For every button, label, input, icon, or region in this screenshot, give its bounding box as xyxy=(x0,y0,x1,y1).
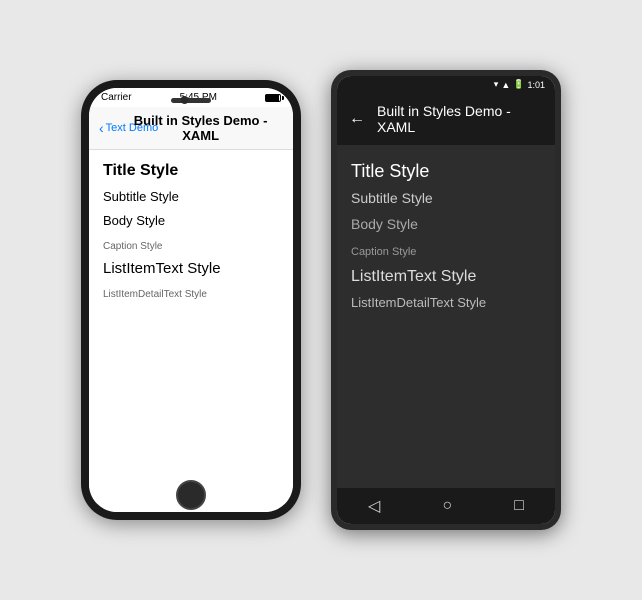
android-back-nav-button[interactable]: ◁ xyxy=(368,496,380,516)
android-body-style: Body Style xyxy=(351,216,418,232)
ios-nav-title: Built in Styles Demo - XAML xyxy=(118,113,283,143)
list-item: Body Style xyxy=(103,212,279,230)
list-item: ListItemText Style xyxy=(351,268,541,286)
ios-battery-area xyxy=(265,94,281,102)
list-item: Subtitle Style xyxy=(103,188,279,206)
android-camera xyxy=(442,80,450,88)
android-listitemdetail-style: ListItemDetailText Style xyxy=(351,295,486,310)
list-item: Subtitle Style xyxy=(351,190,541,208)
ios-listitemtext-style: ListItemText Style xyxy=(103,260,221,277)
battery-icon: 🔋 xyxy=(513,79,524,90)
android-title-style: Title Style xyxy=(351,161,429,181)
list-item: ListItemDetailText Style xyxy=(103,284,279,302)
android-home-nav-button[interactable]: ○ xyxy=(442,497,452,515)
android-listitemtext-style: ListItemText Style xyxy=(351,268,476,285)
android-caption-style: Caption Style xyxy=(351,246,416,258)
android-time: 1:01 xyxy=(527,80,545,90)
ios-subtitle-style: Subtitle Style xyxy=(103,189,179,204)
android-phone: ▾ ▲ 🔋 1:01 ← Built in Styles Demo - XAML… xyxy=(331,70,561,530)
ios-phone: Carrier 5:45 PM ‹ Text Demo Built in Sty… xyxy=(81,80,301,520)
ios-camera xyxy=(181,96,189,104)
list-item: ListItemText Style xyxy=(103,260,279,278)
android-nav-bar: ◁ ○ □ xyxy=(337,488,555,524)
android-subtitle-style: Subtitle Style xyxy=(351,190,433,206)
android-recent-nav-button[interactable]: □ xyxy=(514,497,524,515)
wifi-icon: ▾ xyxy=(494,79,499,90)
list-item: Title Style xyxy=(351,161,541,182)
ios-title-style: Title Style xyxy=(103,162,178,179)
android-content: Title Style Subtitle Style Body Style Ca… xyxy=(337,145,555,488)
android-back-button[interactable]: ← xyxy=(349,110,365,128)
ios-battery-icon xyxy=(265,94,281,102)
signal-icon: ▲ xyxy=(501,80,510,90)
ios-back-arrow-icon: ‹ xyxy=(99,120,104,136)
android-toolbar-title: Built in Styles Demo - XAML xyxy=(377,103,543,135)
list-item: Title Style xyxy=(103,162,279,180)
ios-body-style: Body Style xyxy=(103,213,165,228)
ios-caption-style: Caption Style xyxy=(103,241,162,252)
list-item: Body Style xyxy=(351,216,541,234)
android-toolbar: ← Built in Styles Demo - XAML xyxy=(337,93,555,145)
ios-speaker xyxy=(171,98,211,103)
ios-home-button[interactable] xyxy=(176,480,206,510)
ios-nav-bar: ‹ Text Demo Built in Styles Demo - XAML xyxy=(89,107,293,150)
ios-carrier: Carrier xyxy=(101,92,132,103)
android-status-icons: ▾ ▲ 🔋 1:01 xyxy=(494,79,545,90)
ios-listitemdetail-style: ListItemDetailText Style xyxy=(103,289,207,300)
list-item: ListItemDetailText Style xyxy=(351,294,541,312)
ios-content: Title Style Subtitle Style Body Style Ca… xyxy=(89,150,293,512)
list-item: Caption Style xyxy=(103,236,279,254)
list-item: Caption Style xyxy=(351,242,541,260)
